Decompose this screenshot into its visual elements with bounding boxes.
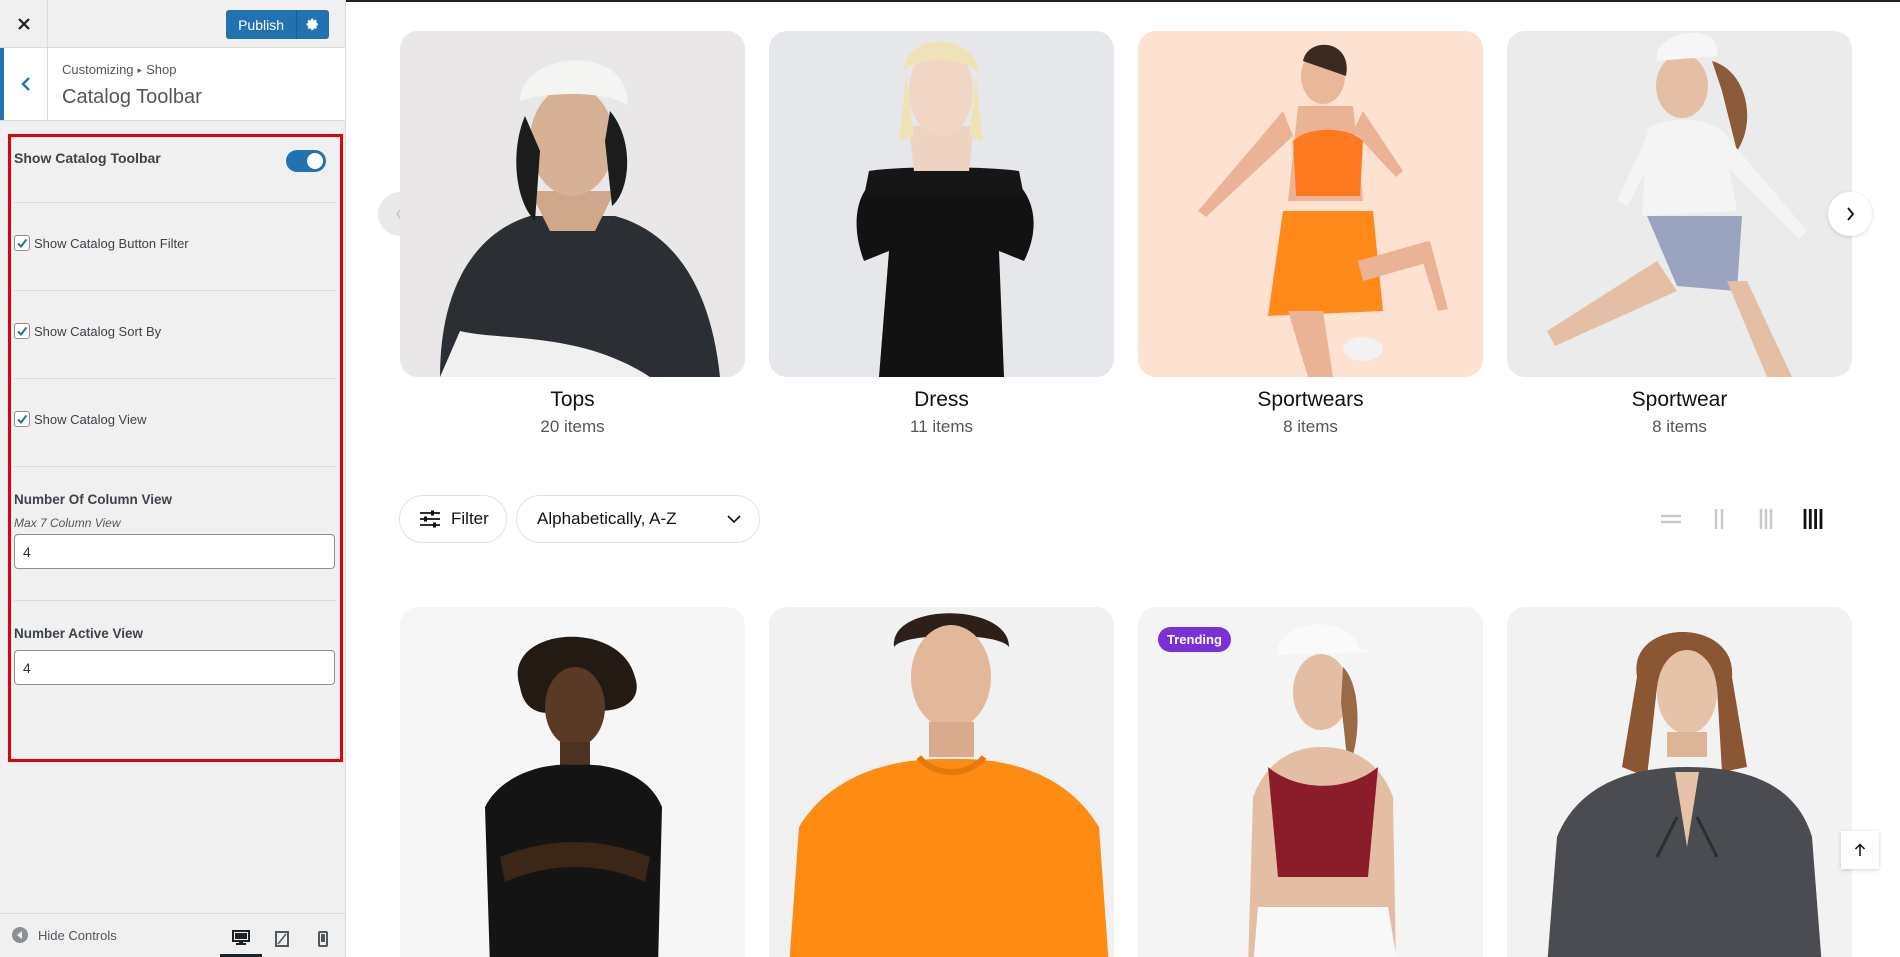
category-card[interactable]: Tops 20 items	[400, 31, 745, 437]
desktop-icon	[232, 929, 250, 945]
divider	[14, 290, 336, 291]
filter-button[interactable]: Filter	[399, 495, 507, 543]
product-image[interactable]	[400, 607, 745, 957]
category-count: 8 items	[1652, 417, 1707, 436]
category-image-dress[interactable]	[769, 31, 1114, 377]
view-4-columns-button[interactable]	[1801, 507, 1825, 531]
close-customizer-button[interactable]	[0, 0, 48, 48]
section-title: Catalog Toolbar	[62, 86, 202, 108]
sort-by-select[interactable]: Alphabetically, A-Z	[516, 495, 760, 543]
category-card[interactable]: Sportwear 8 items	[1507, 31, 1852, 437]
show-sortby-control[interactable]: Show Catalog Sort By	[14, 323, 334, 339]
category-count: 8 items	[1283, 417, 1338, 436]
publish-group: Publish	[226, 10, 329, 39]
category-image-sportwear[interactable]	[1507, 31, 1852, 377]
hide-controls-label: Hide Controls	[38, 927, 117, 943]
category-name[interactable]: Sportwears	[1138, 388, 1483, 412]
tablet-preview-button[interactable]	[261, 921, 303, 957]
publish-settings-button[interactable]	[296, 10, 329, 39]
column-view-control: Number Of Column View Max 7 Column View	[14, 492, 335, 569]
desktop-preview-button[interactable]	[220, 921, 262, 957]
grid-4-icon	[1803, 509, 1823, 529]
chevron-right-icon	[1847, 207, 1855, 221]
list-view-icon	[1661, 514, 1681, 524]
column-view-label: Number Of Column View	[14, 492, 173, 507]
scroll-to-top-button[interactable]	[1841, 831, 1879, 869]
product-card[interactable]	[769, 607, 1114, 957]
show-sortby-label: Show Catalog Sort By	[34, 323, 162, 339]
trending-badge: Trending	[1158, 627, 1231, 652]
divider	[14, 378, 336, 379]
active-view-label: Number Active View	[14, 626, 144, 641]
grid-2-icon	[1714, 509, 1724, 529]
customizer-header: Publish	[0, 0, 345, 48]
show-toolbar-toggle[interactable]	[286, 150, 326, 172]
column-view-hint: Max 7 Column View	[14, 516, 121, 530]
category-card[interactable]: Dress 11 items	[769, 31, 1114, 437]
active-view-control: Number Active View	[14, 626, 335, 685]
category-name[interactable]: Sportwear	[1507, 388, 1852, 412]
section-header: Customizing ▸ Shop Catalog Toolbar	[0, 48, 345, 121]
product-image[interactable]	[769, 607, 1114, 957]
category-count: 11 items	[910, 417, 973, 436]
view-2-columns-button[interactable]	[1707, 507, 1731, 531]
collapse-icon	[12, 927, 28, 943]
breadcrumb-section: Shop	[146, 62, 177, 77]
view-3-columns-button[interactable]	[1754, 507, 1778, 531]
show-sortby-checkbox[interactable]	[14, 323, 30, 339]
divider	[14, 202, 336, 203]
arrow-up-icon	[1854, 843, 1866, 856]
close-icon	[17, 18, 30, 30]
mobile-icon	[318, 931, 328, 947]
filter-label: Filter	[451, 509, 489, 528]
column-view-input[interactable]	[14, 534, 335, 569]
product-card[interactable]	[400, 607, 745, 957]
filter-icon	[420, 510, 440, 528]
breadcrumb-root: Customizing	[62, 62, 134, 77]
publish-button[interactable]: Publish	[226, 10, 296, 39]
mobile-preview-button[interactable]	[302, 921, 344, 957]
product-image[interactable]	[1138, 607, 1483, 957]
category-count: 20 items	[540, 417, 605, 436]
category-name[interactable]: Tops	[400, 388, 745, 412]
sort-by-value: Alphabetically, A-Z	[537, 509, 677, 528]
product-card[interactable]	[1507, 607, 1852, 957]
show-filter-checkbox[interactable]	[14, 235, 30, 251]
grid-3-icon	[1759, 509, 1773, 529]
breadcrumb-separator-icon: ▸	[137, 65, 143, 75]
site-preview: Tops 20 items Dress 11 items Sportwears …	[346, 0, 1900, 957]
carousel-next-button[interactable]	[1828, 192, 1872, 236]
product-image[interactable]	[1507, 607, 1852, 957]
gear-icon	[306, 18, 319, 30]
show-filter-control[interactable]: Show Catalog Button Filter	[14, 235, 334, 251]
category-image-tops[interactable]	[400, 31, 745, 377]
hide-controls-button[interactable]: Hide Controls	[12, 927, 117, 943]
view-list-button[interactable]	[1659, 507, 1683, 531]
chevron-left-icon	[20, 77, 30, 91]
tablet-icon	[275, 931, 289, 947]
toggle-knob	[307, 153, 323, 169]
show-view-checkbox[interactable]	[14, 411, 30, 427]
show-toolbar-control: Show Catalog Toolbar	[14, 150, 334, 174]
chevron-down-icon	[727, 515, 741, 524]
customizer-sidebar: Publish Customizing ▸ Shop Catalog Toolbar…	[0, 0, 346, 957]
category-image-sportwears[interactable]	[1138, 31, 1483, 377]
product-card[interactable]: Trending	[1138, 607, 1483, 957]
show-view-label: Show Catalog View	[34, 411, 147, 427]
show-filter-label: Show Catalog Button Filter	[34, 235, 189, 251]
show-view-control[interactable]: Show Catalog View	[14, 411, 334, 427]
divider	[14, 600, 336, 601]
checkmark-icon	[17, 326, 28, 337]
catalog-toolbar: Filter Alphabetically, A-Z	[399, 495, 1853, 543]
divider	[14, 466, 336, 467]
back-button[interactable]	[0, 48, 48, 120]
active-view-input[interactable]	[14, 650, 335, 685]
catalog-toolbar-controls: Show Catalog Toolbar Show Catalog Button…	[8, 134, 343, 762]
customizer-footer: Hide Controls	[0, 913, 345, 957]
checkmark-icon	[17, 238, 28, 249]
category-card[interactable]: Sportwears 8 items	[1138, 31, 1483, 437]
breadcrumb: Customizing ▸ Shop	[62, 62, 176, 77]
checkmark-icon	[17, 414, 28, 425]
category-name[interactable]: Dress	[769, 388, 1114, 412]
